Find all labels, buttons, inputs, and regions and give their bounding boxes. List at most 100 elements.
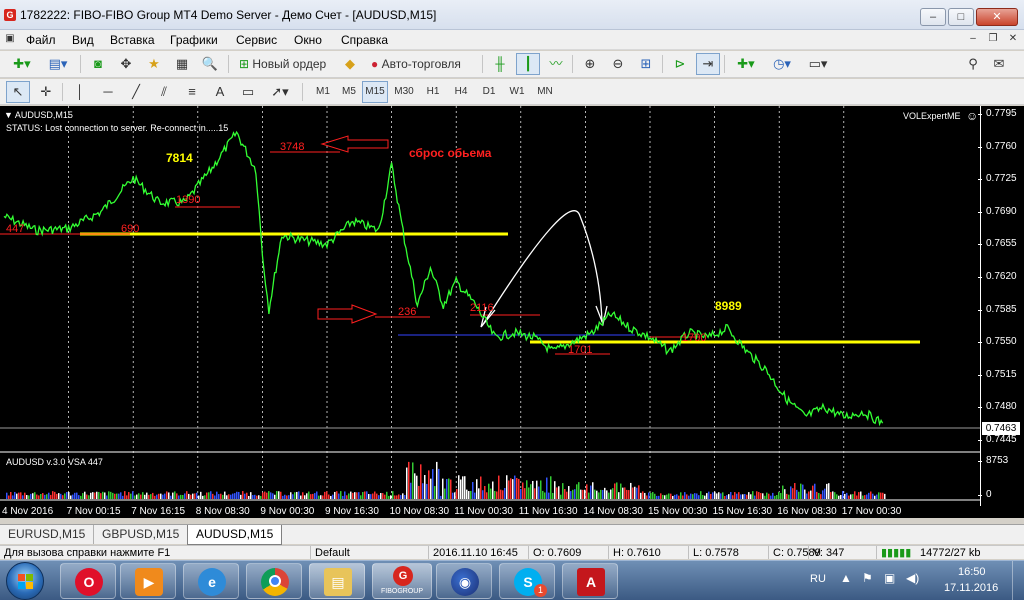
bar-chart-icon[interactable]: ╫: [488, 53, 512, 75]
annotation-690: 690: [121, 223, 140, 235]
menu-help[interactable]: Справка: [341, 33, 388, 47]
chart-window[interactable]: ▼ AUDUSD,M15 STATUS: Lost connection to …: [0, 106, 1024, 518]
new-chart-icon[interactable]: ✚▾: [4, 53, 40, 75]
autotrading-button[interactable]: ● Авто-торговля: [366, 53, 476, 75]
taskbar-media-player[interactable]: ▶: [120, 563, 176, 599]
vertical-line-icon[interactable]: │: [68, 81, 92, 103]
timeframe-mn[interactable]: MN: [532, 81, 558, 103]
profile-name[interactable]: Default: [310, 546, 350, 559]
crosshair-icon[interactable]: ✛: [34, 81, 58, 103]
timeframe-d1[interactable]: D1: [476, 81, 502, 103]
menu-window[interactable]: Окно: [294, 33, 322, 47]
maximize-button[interactable]: □: [948, 8, 974, 26]
zoom-out-icon[interactable]: ⊖: [606, 53, 630, 75]
cursor-icon[interactable]: ↖: [6, 81, 30, 103]
taskbar-chrome[interactable]: [246, 563, 302, 599]
arrows-icon[interactable]: ➚▾: [264, 81, 296, 103]
menu-view[interactable]: Вид: [72, 33, 94, 47]
volume-bar: [178, 495, 180, 499]
terminal-icon[interactable]: ▦: [170, 53, 194, 75]
volume-bar: [296, 491, 298, 499]
mdi-minimize-icon[interactable]: –: [966, 33, 980, 46]
timeframe-h4[interactable]: H4: [448, 81, 474, 103]
taskbar-explorer[interactable]: ▤: [309, 563, 365, 599]
close-button[interactable]: ✕: [976, 8, 1018, 26]
menu-insert[interactable]: Вставка: [110, 33, 155, 47]
timeframe-m15[interactable]: M15: [362, 81, 388, 103]
market-watch-icon[interactable]: ◙: [86, 53, 110, 75]
taskbar-skype[interactable]: S 1: [499, 563, 555, 599]
volume-bar: [624, 487, 626, 499]
volume-bar: [394, 495, 396, 499]
connection-icon[interactable]: ▮▮▮▮▮: [876, 546, 911, 559]
fibonacci-icon[interactable]: ≡: [180, 81, 204, 103]
menu-file[interactable]: Файл: [26, 33, 56, 47]
clock-date[interactable]: 17.11.2016: [944, 582, 998, 594]
tray-flag-icon[interactable]: ⚑: [862, 571, 873, 585]
clock-time[interactable]: 16:50: [958, 566, 986, 578]
menu-charts[interactable]: Графики: [170, 33, 218, 47]
timeframe-h1[interactable]: H1: [420, 81, 446, 103]
taskbar-opera[interactable]: O: [60, 563, 116, 599]
red-arrow-left[interactable]: [320, 135, 389, 153]
volume-bar: [318, 495, 320, 499]
timeframe-m30[interactable]: M30: [391, 81, 417, 103]
tab-gbpusd[interactable]: GBPUSD,M15: [94, 525, 189, 544]
volume-bar: [598, 492, 600, 499]
start-button[interactable]: [6, 562, 44, 600]
volume-bar: [566, 491, 568, 499]
line-chart-icon[interactable]: 〰: [544, 53, 568, 75]
tray-volume-icon[interactable]: ◀): [906, 571, 919, 585]
taskbar-pdf-reader[interactable]: A: [562, 563, 618, 599]
timeframe-m1[interactable]: M1: [310, 81, 336, 103]
volume-bar: [284, 494, 286, 499]
volume-bar: [606, 490, 608, 499]
tray-network-icon[interactable]: ▣: [884, 571, 895, 585]
help-hint: Для вызова справки нажмите F1: [4, 547, 171, 559]
strategy-tester-icon[interactable]: 🔍: [198, 53, 222, 75]
auto-scroll-icon[interactable]: ⊳: [668, 53, 692, 75]
volume-bar: [612, 488, 614, 499]
indicators-icon[interactable]: ✚▾: [730, 53, 762, 75]
menu-tools[interactable]: Сервис: [236, 33, 277, 47]
tile-windows-icon[interactable]: ⊞: [634, 53, 658, 75]
trendline-icon[interactable]: ╱: [124, 81, 148, 103]
horizontal-line-icon[interactable]: ─: [96, 81, 120, 103]
periods-icon[interactable]: ◷▾: [766, 53, 798, 75]
chart-shift-icon[interactable]: ⇥: [696, 53, 720, 75]
search-icon[interactable]: ⚲: [962, 53, 984, 75]
volume-bar: [764, 495, 766, 499]
tab-audusd[interactable]: AUDUSD,M15: [187, 525, 283, 545]
ie-icon: e: [198, 568, 226, 596]
new-order-button[interactable]: ⊞ Новый ордер: [234, 53, 334, 75]
chart-window-menu-icon[interactable]: ▣: [3, 33, 17, 46]
equidistant-channel-icon[interactable]: ⫽: [152, 81, 176, 103]
zoom-in-icon[interactable]: ⊕: [578, 53, 602, 75]
chart-menu-icon[interactable]: ▼: [4, 110, 15, 120]
text-icon[interactable]: A: [208, 81, 232, 103]
mdi-close-icon[interactable]: ✕: [1006, 33, 1020, 46]
text-label-icon[interactable]: ▭: [236, 81, 260, 103]
taskbar-firefox[interactable]: ◉: [436, 563, 492, 599]
timeframe-w1[interactable]: W1: [504, 81, 530, 103]
metaeditor-icon[interactable]: ◆: [338, 53, 362, 75]
timeframe-m5[interactable]: M5: [336, 81, 362, 103]
taskbar-ie[interactable]: e: [183, 563, 239, 599]
volume-bar: [130, 493, 132, 499]
white-curved-arrow[interactable]: [481, 210, 603, 327]
price-line[interactable]: [3, 130, 884, 427]
crosshair-navigator-icon[interactable]: ✥: [114, 53, 138, 75]
mdi-restore-icon[interactable]: ❐: [986, 33, 1000, 46]
tab-eurusd[interactable]: EURUSD,M15: [0, 525, 95, 544]
show-desktop-button[interactable]: [1012, 561, 1024, 600]
chat-icon[interactable]: ✉: [988, 53, 1010, 75]
candlestick-chart-icon[interactable]: ┃: [516, 53, 540, 75]
profiles-icon[interactable]: ▤▾: [42, 53, 74, 75]
taskbar-fibo-group[interactable]: G FIBOGROUP: [372, 563, 432, 599]
templates-icon[interactable]: ▭▾: [802, 53, 834, 75]
volume-bar: [726, 495, 728, 499]
navigator-icon[interactable]: ★: [142, 53, 166, 75]
minimize-button[interactable]: –: [920, 8, 946, 26]
tray-arrow-icon[interactable]: ▲: [840, 571, 852, 585]
language-indicator[interactable]: RU: [810, 573, 826, 585]
